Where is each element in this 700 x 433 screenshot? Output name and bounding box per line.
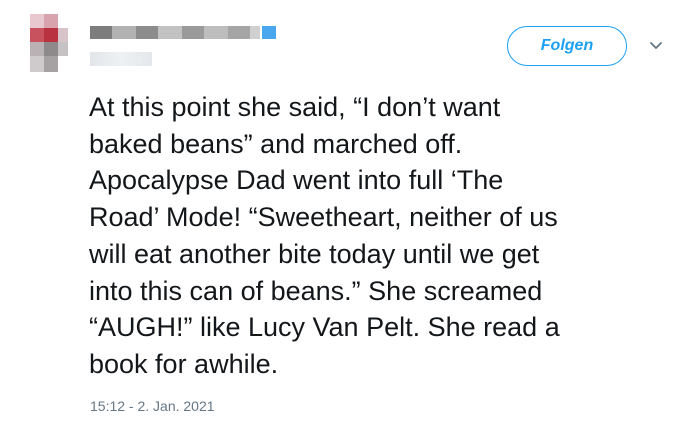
tweet-card: Folgen At this point she said, “I don’t …	[0, 0, 700, 433]
avatar[interactable]	[30, 14, 72, 74]
tweet-timestamp[interactable]: 15:12 - 2. Jan. 2021	[90, 398, 215, 414]
tweet-text: At this point she said, “I don’t want ba…	[89, 92, 560, 379]
author-handle[interactable]	[90, 52, 152, 66]
chevron-down-icon[interactable]	[648, 38, 664, 54]
follow-button[interactable]: Folgen	[507, 26, 627, 66]
author-name[interactable]	[90, 26, 280, 39]
